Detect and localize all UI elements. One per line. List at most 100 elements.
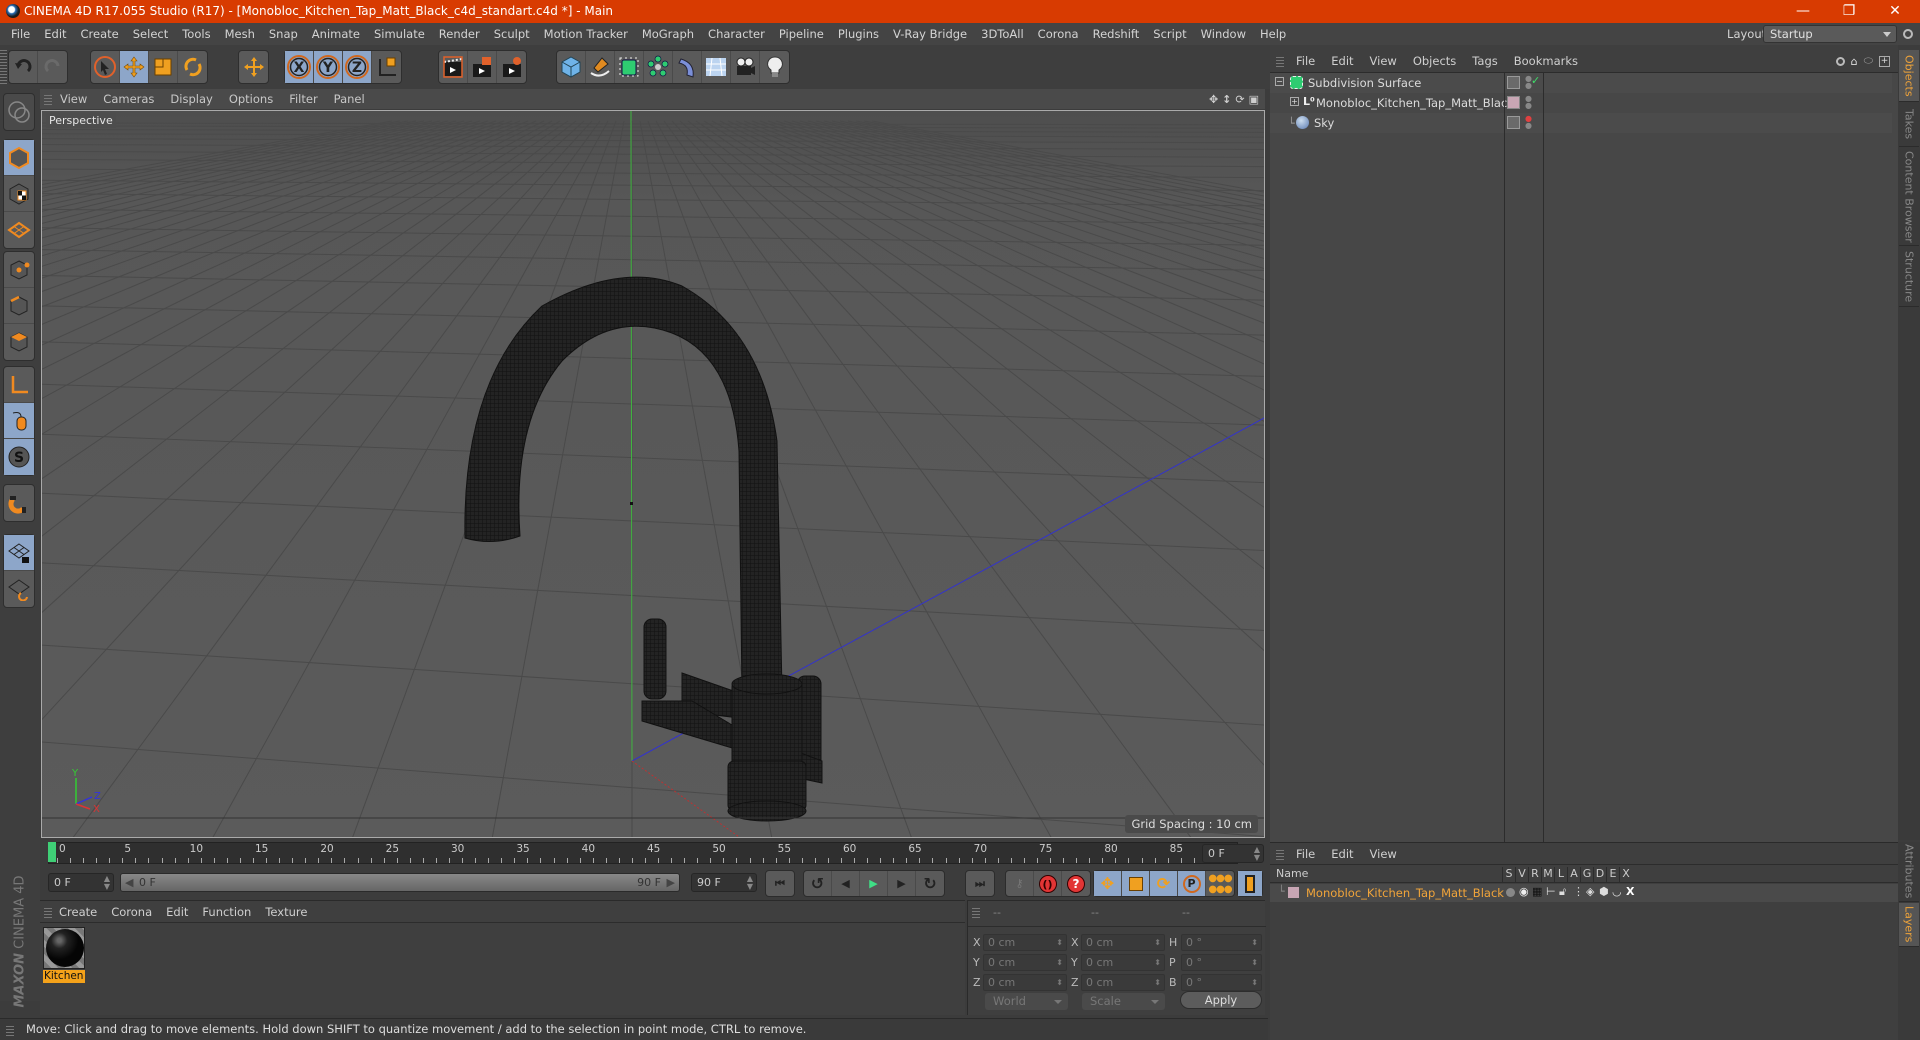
column-animation[interactable]: A [1567, 867, 1580, 882]
new-window-icon[interactable]: + [1879, 55, 1890, 67]
viewport-grip[interactable] [44, 93, 52, 105]
close-button[interactable]: ✕ [1872, 0, 1918, 23]
menu-create[interactable]: Create [74, 27, 126, 41]
locked-workplane-button[interactable] [4, 535, 34, 571]
menu-plugins[interactable]: Plugins [831, 27, 886, 41]
key-rotation-button[interactable]: ⟳ [1150, 871, 1178, 896]
editor-render-toggle-icon[interactable] [1507, 76, 1520, 89]
axis-mode-button[interactable] [4, 367, 34, 403]
motion-record-button[interactable]: ⚷ [1006, 871, 1034, 896]
lock-z-button[interactable]: Z [343, 51, 372, 83]
home-icon[interactable]: ⌂ [1851, 55, 1858, 68]
key-position-button[interactable]: ✥ [1094, 871, 1122, 896]
column-locked[interactable]: L [1554, 867, 1567, 882]
lock-y-button[interactable]: Y [314, 51, 343, 83]
start-frame-field[interactable]: 0 F ▲ ▼ [48, 873, 114, 892]
rot-b-field[interactable]: 0 ° ⬍ [1181, 974, 1262, 991]
xrefs-toggle-icon[interactable]: X [1626, 885, 1634, 898]
menu-pipeline[interactable]: Pipeline [772, 27, 831, 41]
cube-button[interactable] [557, 51, 586, 83]
tab-takes[interactable]: Takes [1899, 103, 1919, 147]
lock-x-button[interactable]: X [285, 51, 314, 83]
tab-structure[interactable]: Structure [1899, 247, 1919, 307]
tab-layers[interactable]: Layers [1899, 903, 1919, 947]
pos-x-field[interactable]: 0 cm ⬍ [983, 934, 1067, 951]
key-scale-button[interactable] [1122, 871, 1150, 896]
expressions-toggle-icon[interactable]: ◡ [1612, 885, 1622, 898]
rotate-tool[interactable] [178, 51, 207, 83]
size-z-field[interactable]: 0 cm ⬍ [1081, 974, 1165, 991]
goto-start-button[interactable]: ⏮ [766, 871, 794, 896]
animation-toggle-icon[interactable]: ⋮ [1573, 885, 1584, 898]
size-x-field[interactable]: 0 cm ⬍ [1081, 934, 1165, 951]
column-expressions[interactable]: E [1606, 867, 1619, 882]
camera-label[interactable]: Perspective [46, 113, 116, 128]
current-frame-marker[interactable] [48, 842, 56, 862]
object-row[interactable]: └ Sky ● ● [1270, 113, 1892, 133]
editor-render-toggle-icon[interactable] [1507, 116, 1520, 129]
menu-character[interactable]: Character [701, 27, 772, 41]
generators-toggle-icon[interactable]: ◈ [1586, 885, 1594, 898]
size-y-field[interactable]: 0 cm ⬍ [1081, 954, 1165, 971]
collapse-icon[interactable]: − [1275, 77, 1284, 86]
preview-range-slider[interactable]: ◀ 0 F 90 F ▶ [120, 873, 680, 892]
menu-script[interactable]: Script [1146, 27, 1193, 41]
viewport-menu-options[interactable]: Options [221, 92, 281, 106]
viewport-menu-cameras[interactable]: Cameras [95, 92, 162, 106]
menu-animate[interactable]: Animate [305, 27, 367, 41]
layer-menu-edit[interactable]: Edit [1323, 847, 1361, 861]
prev-key-button[interactable]: ↺ [804, 871, 832, 896]
make-editable-button[interactable] [4, 94, 34, 130]
visibility-dots-icon[interactable]: ● ● [1525, 115, 1532, 130]
layer-name[interactable]: Monobloc_Kitchen_Tap_Matt_Black [1306, 886, 1504, 900]
column-render[interactable]: R [1528, 867, 1541, 882]
viewport-perspective[interactable]: Y Z X Perspective Grid Spacing : 10 cm [41, 110, 1265, 838]
next-key-button[interactable]: ↻ [916, 871, 944, 896]
viewport-menu-panel[interactable]: Panel [326, 92, 373, 106]
snap-button[interactable] [4, 485, 34, 521]
menu-redshift[interactable]: Redshift [1086, 27, 1147, 41]
restore-button[interactable]: ❐ [1826, 0, 1872, 23]
rot-p-field[interactable]: 0 ° ⬍ [1181, 954, 1262, 971]
transform-mode-dropdown[interactable]: Scale [1082, 993, 1165, 1010]
timeline-ruler[interactable]: 051015202530354045505560657075808590 [48, 842, 1248, 864]
tweak-mode-button[interactable] [4, 403, 34, 439]
menu-edit[interactable]: Edit [37, 27, 73, 41]
material-menu-edit[interactable]: Edit [159, 905, 195, 919]
pen-button[interactable] [586, 51, 615, 83]
menu-select[interactable]: Select [126, 27, 175, 41]
points-mode-button[interactable] [4, 252, 34, 288]
prev-frame-button[interactable]: ◀ [832, 871, 860, 896]
camera-button[interactable] [731, 51, 760, 83]
material-swatch[interactable] [43, 927, 85, 969]
toolbar-grip[interactable] [0, 50, 7, 84]
layer-menu-view[interactable]: View [1362, 847, 1405, 861]
model-mode-button[interactable] [4, 140, 34, 176]
solo-toggle-icon[interactable] [1506, 888, 1515, 897]
live-selection-tool[interactable] [91, 51, 120, 83]
apply-button[interactable]: Apply [1180, 991, 1262, 1009]
record-active-button[interactable]: () [1034, 871, 1062, 896]
render-picture-viewer-button[interactable] [468, 51, 497, 83]
menu-tools[interactable]: Tools [175, 27, 217, 41]
material-name[interactable]: Kitchen [43, 970, 85, 983]
viewport-menu-filter[interactable]: Filter [281, 92, 325, 106]
menu-mograph[interactable]: MoGraph [635, 27, 701, 41]
menu-window[interactable]: Window [1194, 27, 1253, 41]
pos-y-field[interactable]: 0 cm ⬍ [983, 954, 1067, 971]
rot-h-field[interactable]: 0 ° ⬍ [1181, 934, 1262, 951]
range-left-arrow-icon[interactable]: ◀ [125, 874, 133, 891]
tab-content-browser[interactable]: Content Browser [1899, 148, 1919, 246]
render-settings-button[interactable] [497, 51, 526, 83]
object-name[interactable]: Sky [1314, 116, 1334, 130]
material-menu-create[interactable]: Create [52, 905, 104, 919]
column-manager[interactable]: M [1541, 867, 1554, 882]
coordinates-grip[interactable] [972, 906, 980, 918]
material-menu-texture[interactable]: Texture [258, 905, 314, 919]
menu-help[interactable]: Help [1253, 27, 1293, 41]
menu-simulate[interactable]: Simulate [367, 27, 432, 41]
view-toggle-icon[interactable]: ◉ [1519, 885, 1529, 898]
search-icon[interactable] [1835, 56, 1845, 66]
key-parameter-button[interactable]: P [1178, 871, 1206, 896]
menu-motion-tracker[interactable]: Motion Tracker [537, 27, 635, 41]
